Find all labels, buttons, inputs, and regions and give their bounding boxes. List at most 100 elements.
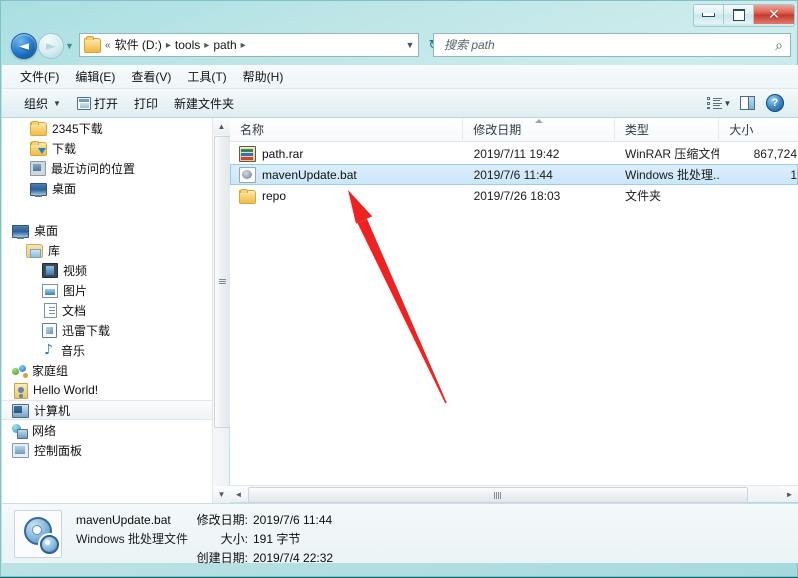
breadcrumb-separator-icon[interactable]: ▸: [203, 40, 210, 51]
print-button[interactable]: 打印: [126, 92, 166, 115]
breadcrumb-overflow[interactable]: «: [104, 40, 112, 51]
nav-item[interactable]: 视频: [2, 260, 212, 280]
menu-item-tools[interactable]: 工具(T): [179, 65, 234, 88]
change-view-button[interactable]: ▼: [706, 92, 732, 114]
nav-item[interactable]: 桌面: [2, 178, 212, 198]
details-created-label: 创建日期:: [196, 551, 248, 565]
nav-item[interactable]: 家庭组: [2, 360, 212, 380]
scrollbar-thumb[interactable]: [214, 136, 231, 428]
column-header-type[interactable]: 类型: [615, 118, 720, 142]
nav-item[interactable]: 文档: [2, 300, 212, 320]
table-row[interactable]: repo 2019/7/26 18:03 文件夹: [230, 185, 798, 206]
menu-item-view[interactable]: 查看(V): [123, 65, 179, 88]
file-name-label: path.rar: [262, 146, 304, 161]
file-date-cell: 2019/7/6 11:44: [473, 167, 553, 182]
library-icon: [26, 244, 43, 258]
nav-item-label: 桌面: [34, 223, 59, 238]
caret-right-icon: ►: [785, 489, 794, 499]
menu-item-file[interactable]: 文件(F): [12, 65, 67, 88]
print-label: 打印: [133, 96, 158, 111]
nav-item[interactable]: 最近访问的位置: [2, 158, 212, 178]
forward-button[interactable]: ►: [38, 33, 64, 59]
scroll-right-button[interactable]: ►: [781, 486, 798, 502]
explorer-window: ✕ ◄ ► ▼ « 软件 (D:) ▸ tools ▸ path ▸ ▼ ↻: [0, 0, 798, 577]
thunder-download-icon: [42, 323, 57, 338]
breadcrumb-item-path[interactable]: path: [210, 35, 239, 55]
back-button[interactable]: ◄: [11, 33, 37, 59]
details-line-3: 创建日期: 2019/7/4 22:32: [76, 549, 333, 566]
details-modified-value: 2019/7/6 11:44: [253, 513, 333, 527]
scroll-left-button[interactable]: ◄: [230, 486, 247, 502]
preview-pane-button[interactable]: [734, 92, 760, 114]
file-type-cell: Windows 批处理...: [625, 168, 720, 182]
table-row[interactable]: path.rar 2019/7/11 19:42 WinRAR 压缩文件 867,72…: [230, 143, 798, 164]
nav-item[interactable]: 音乐: [2, 340, 212, 360]
music-icon: [42, 342, 56, 358]
search-box[interactable]: ⌕: [433, 33, 791, 57]
file-date-cell: 2019/7/11 19:42: [473, 146, 560, 161]
menu-item-help[interactable]: 帮助(H): [235, 65, 292, 88]
toolbar-right-group: ▼ ?: [706, 92, 798, 114]
search-input[interactable]: [442, 34, 768, 56]
new-folder-button[interactable]: 新建文件夹: [166, 92, 242, 115]
close-button[interactable]: ✕: [754, 5, 794, 24]
maximize-button[interactable]: [724, 5, 754, 24]
file-name-label: mavenUpdate.bat: [262, 167, 357, 182]
nav-item[interactable]: 桌面: [2, 220, 212, 240]
column-header-date-modified[interactable]: 修改日期: [463, 118, 615, 142]
nav-item[interactable]: 控制面板: [2, 440, 212, 460]
search-icon[interactable]: ⌕: [768, 34, 790, 56]
address-dropdown-icon[interactable]: ▼: [402, 34, 418, 56]
hscrollbar-thumb[interactable]: [248, 487, 748, 503]
address-bar[interactable]: « 软件 (D:) ▸ tools ▸ path ▸ ▼: [79, 33, 419, 57]
help-button[interactable]: ?: [762, 92, 788, 114]
navigation-pane[interactable]: 2345下载下载最近访问的位置桌面桌面库视频图片文档迅雷下载音乐家庭组Hello…: [2, 118, 212, 503]
maximize-icon: [732, 8, 745, 21]
open-button[interactable]: 打开: [69, 92, 126, 115]
table-row[interactable]: mavenUpdate.bat 2019/7/6 11:44 Windows 批处理…: [230, 164, 798, 185]
nav-item-label: Hello World!: [33, 383, 99, 397]
nav-item[interactable]: 计算机: [2, 400, 212, 420]
window-controls: ✕: [693, 4, 795, 27]
nav-item-label: 音乐: [61, 343, 86, 358]
minimize-icon: [702, 12, 715, 17]
column-header-size[interactable]: 大小: [719, 118, 798, 142]
minimize-button[interactable]: [694, 5, 724, 24]
nav-item-label: 家庭组: [32, 363, 69, 378]
file-list-horizontal-scrollbar[interactable]: ◄ ►: [230, 485, 798, 503]
nav-item[interactable]: 网络: [2, 420, 212, 440]
recent-pages-dropdown[interactable]: ▼: [64, 40, 75, 51]
folder-icon: [30, 121, 47, 136]
column-header-name[interactable]: 名称: [230, 118, 464, 142]
menu-item-edit[interactable]: 编辑(E): [67, 65, 123, 88]
nav-item[interactable]: 2345下载: [2, 118, 212, 138]
nav-item[interactable]: 下载: [2, 138, 212, 158]
details-size-value: 191 字节: [253, 532, 301, 546]
folder-download-icon: [30, 141, 47, 156]
nav-item-label: 视频: [63, 263, 88, 278]
breadcrumb-separator-icon[interactable]: ▸: [240, 40, 247, 51]
breadcrumb-item-tools[interactable]: tools: [172, 35, 203, 55]
nav-item-label: 最近访问的位置: [51, 161, 136, 176]
back-arrow-icon: ◄: [19, 38, 29, 54]
organize-button[interactable]: 组织 ▼: [16, 92, 69, 115]
documents-icon: [44, 303, 57, 318]
breadcrumb-separator-icon[interactable]: ▸: [165, 40, 172, 51]
gear-small-icon: [40, 535, 59, 554]
caret-up-icon: ▲: [217, 122, 226, 131]
nav-item[interactable]: Hello World!: [2, 380, 212, 400]
nav-item[interactable]: 图片: [2, 280, 212, 300]
navigation-scrollbar[interactable]: ▲ ▼: [212, 118, 231, 503]
breadcrumb-item-drive[interactable]: 软件 (D:): [112, 35, 165, 55]
nav-item[interactable]: 迅雷下载: [2, 320, 212, 340]
scroll-up-button[interactable]: ▲: [213, 118, 230, 135]
bat-file-icon: [239, 167, 256, 183]
chevron-down-icon: ▼: [723, 98, 732, 108]
file-list-pane[interactable]: 名称 修改日期 类型 大小 path.rar 2019/7/11 19:42 Win…: [230, 118, 798, 485]
details-text-block: mavenUpdate.bat 修改日期: 2019/7/6 11:44 Win…: [76, 510, 333, 566]
folder-icon: [239, 188, 256, 204]
rar-archive-icon: [239, 146, 256, 162]
scroll-down-button[interactable]: ▼: [213, 486, 230, 503]
organize-label: 组织: [24, 96, 49, 111]
nav-item[interactable]: 库: [2, 240, 212, 260]
